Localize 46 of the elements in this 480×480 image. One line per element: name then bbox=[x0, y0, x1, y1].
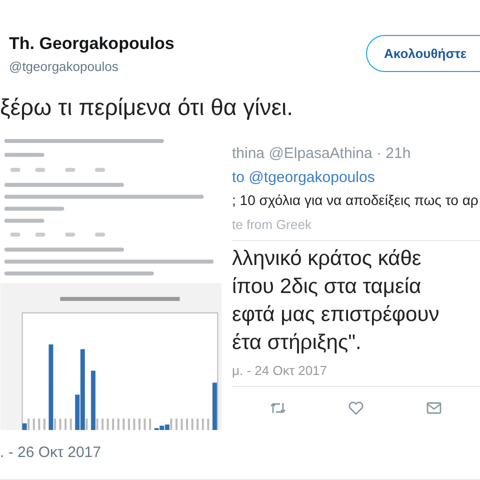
bar-label-drawing bbox=[180, 418, 183, 430]
bar-label-drawing bbox=[106, 418, 109, 430]
bar-label-drawing bbox=[133, 418, 136, 430]
bar-label-drawing bbox=[202, 418, 204, 430]
bar-label-drawing bbox=[102, 418, 104, 430]
quote-line: λληνικό κράτος κάθε bbox=[232, 246, 422, 272]
bar-label-drawing bbox=[38, 418, 40, 430]
bar-label-drawing bbox=[64, 418, 67, 430]
bar-label-drawing bbox=[186, 418, 188, 430]
bar-label-drawing bbox=[96, 418, 98, 430]
quote-line: εφτά μας επιστρέφουν bbox=[232, 302, 440, 328]
chart-bar bbox=[90, 370, 96, 430]
bar-label-drawing bbox=[175, 418, 178, 430]
heart-icon bbox=[348, 401, 364, 415]
retweet-icon bbox=[270, 401, 286, 415]
bar-label-drawing bbox=[191, 418, 194, 430]
quote-line: ίπου 2δις στα ταμεία bbox=[232, 274, 422, 300]
bar-label-drawing bbox=[112, 418, 114, 430]
bar-label-drawing bbox=[32, 418, 35, 430]
author-name: Th. Georgakopoulos bbox=[9, 34, 174, 54]
bar-label-drawing bbox=[170, 418, 172, 430]
bar-label-drawing bbox=[207, 418, 210, 430]
tweet-timestamp: . - 26 Οκτ 2017 bbox=[0, 443, 102, 461]
bar-label-drawing bbox=[117, 418, 120, 430]
tweet-text: ξέρω τι περίμενα ότι θα γίνει. bbox=[0, 93, 294, 121]
mail-icon bbox=[426, 401, 442, 415]
quote-line: έτα στήριξης". bbox=[232, 330, 362, 356]
bar-label-drawing bbox=[28, 418, 30, 430]
bar-label-drawing bbox=[59, 418, 62, 430]
translate-link[interactable]: te from Greek bbox=[232, 217, 480, 232]
bar-label-drawing bbox=[70, 418, 72, 430]
bar-label-drawing bbox=[196, 418, 199, 430]
follow-button[interactable]: Ακολουθήστε bbox=[366, 35, 480, 72]
tweet-header: thina @ElpasaAthina · 21h bbox=[232, 145, 412, 162]
bar-label-drawing bbox=[122, 418, 125, 430]
bar-label-drawing bbox=[128, 418, 130, 430]
reply-text: ; 10 σχόλια για να αποδείξεις πως το αρ bbox=[232, 192, 480, 208]
bar-label-drawing bbox=[144, 418, 146, 430]
bar-label-drawing bbox=[86, 418, 88, 430]
author-handle: @tgeorgakopoulos bbox=[9, 59, 120, 74]
tweet-date: μ. - 24 Οκτ 2017 bbox=[232, 363, 328, 378]
chart-bar bbox=[22, 422, 27, 430]
bar-label-drawing bbox=[43, 418, 46, 430]
reply-to[interactable]: to @tgeorgakopoulos bbox=[232, 169, 480, 186]
bar-label-drawing bbox=[149, 418, 152, 430]
chart-bar bbox=[212, 382, 217, 430]
